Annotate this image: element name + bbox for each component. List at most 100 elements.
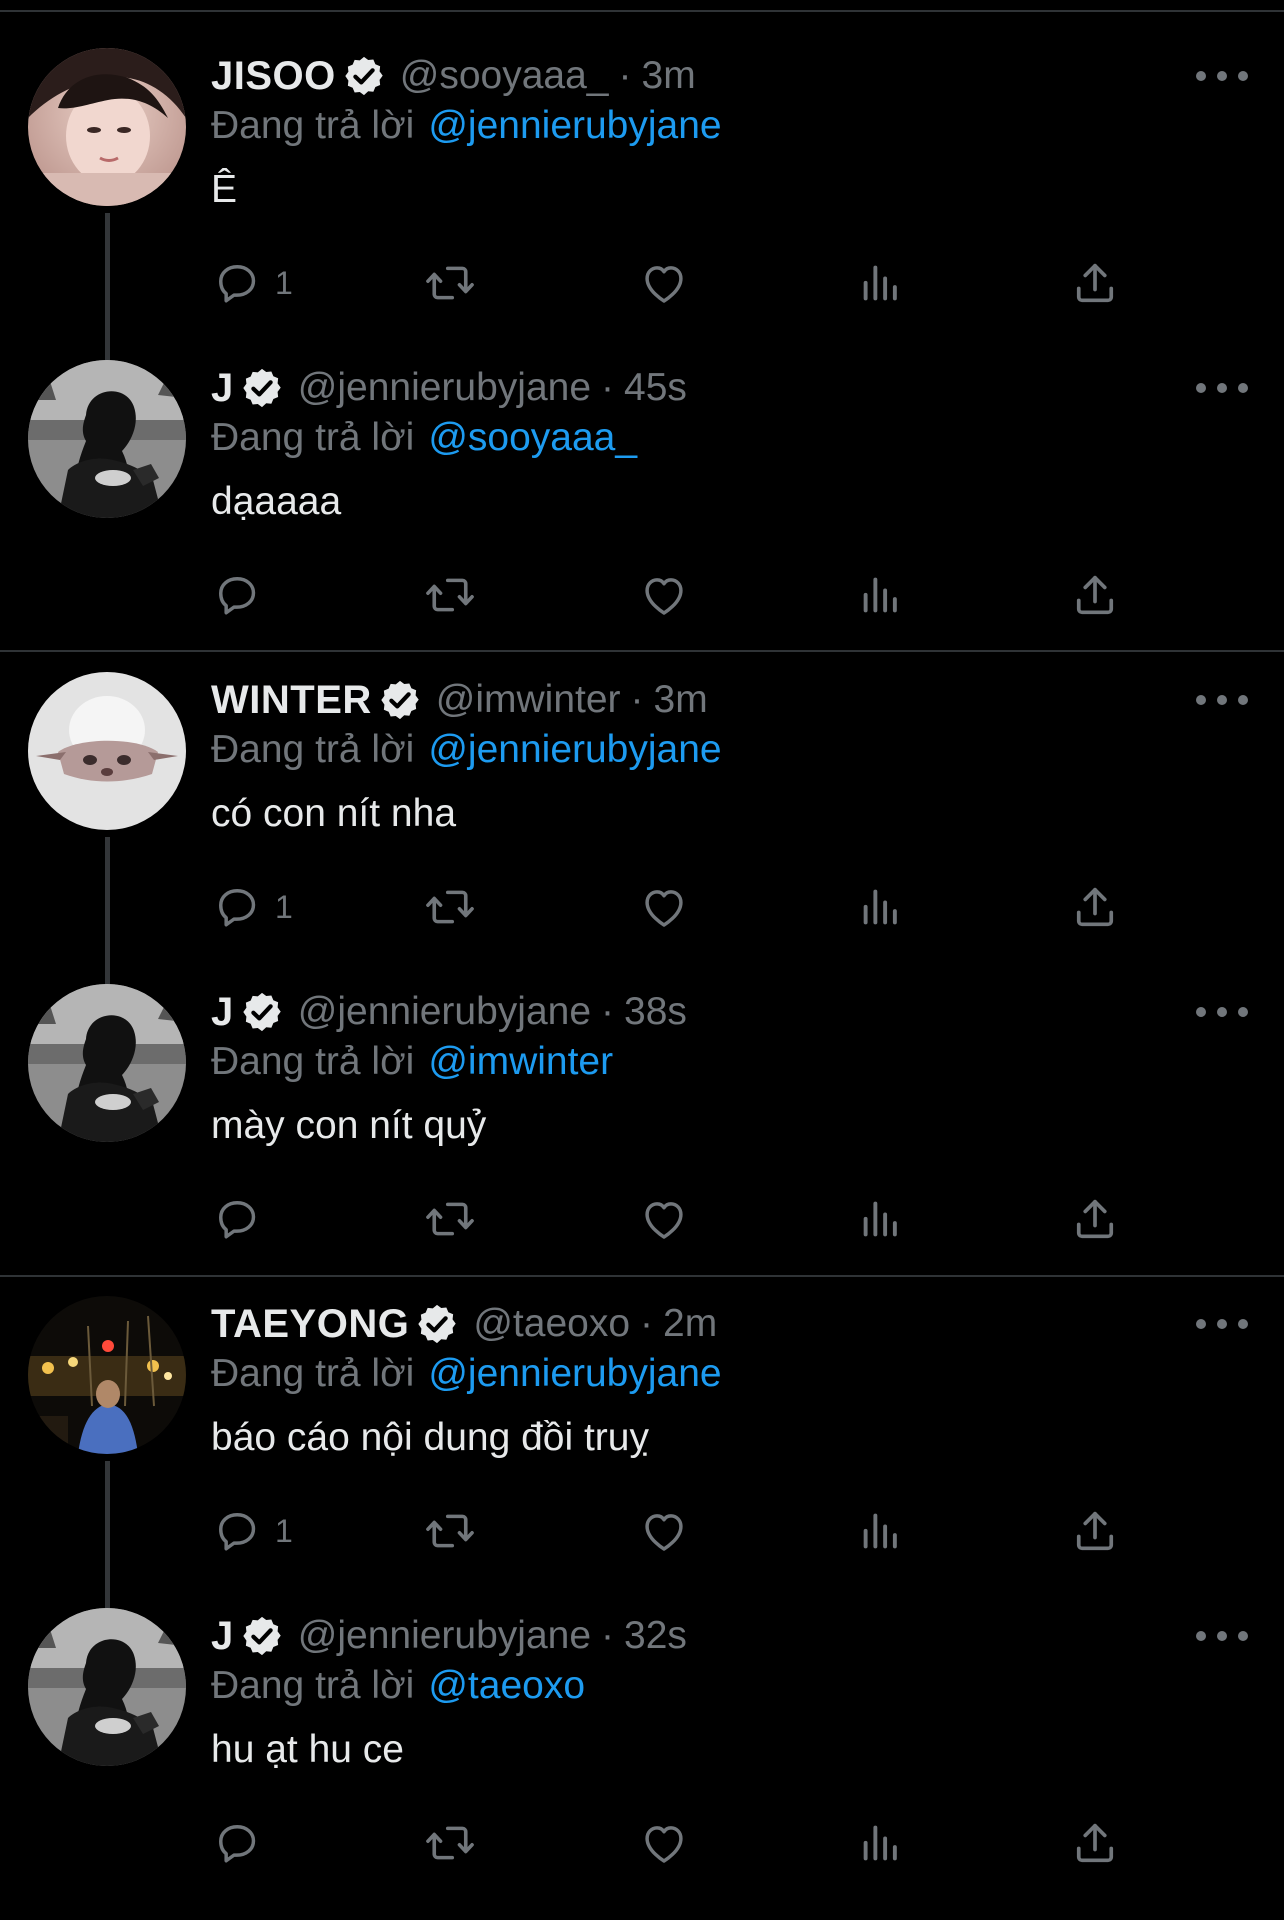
reply-button[interactable]: 1 xyxy=(211,1501,293,1561)
reply-mention-link[interactable]: @imwinter xyxy=(428,1040,613,1084)
reply-icon xyxy=(211,257,263,309)
reply-button[interactable]: 1 xyxy=(211,253,293,313)
retweet-icon xyxy=(423,1816,477,1870)
display-name[interactable]: J xyxy=(211,1614,234,1659)
views-button[interactable] xyxy=(855,877,907,937)
retweet-icon xyxy=(423,568,477,622)
avatar[interactable] xyxy=(28,48,186,206)
verified-badge-icon xyxy=(342,54,386,98)
views-button[interactable] xyxy=(855,565,907,625)
display-name[interactable]: J xyxy=(211,990,234,1035)
share-button[interactable] xyxy=(1069,565,1121,625)
retweet-button[interactable] xyxy=(423,877,477,937)
like-button[interactable] xyxy=(638,877,690,937)
replying-to-label: Đang trả lời xyxy=(211,728,415,771)
display-name[interactable]: JISOO xyxy=(211,54,336,99)
retweet-button[interactable] xyxy=(423,565,477,625)
reply-button[interactable] xyxy=(211,565,263,625)
views-button[interactable] xyxy=(855,253,907,313)
like-button[interactable] xyxy=(638,253,690,313)
heart-icon xyxy=(638,257,690,309)
timestamp[interactable]: 3m xyxy=(654,678,708,722)
reply-count: 1 xyxy=(275,888,293,925)
tweet-text: báo cáo nội dung đồi truỵ xyxy=(211,1416,649,1459)
more-dots-icon[interactable] xyxy=(1196,682,1248,718)
replying-to: Đang trả lời @jennierubyjane xyxy=(211,1346,722,1402)
tweet[interactable]: J @jennierubyjane · 32s Đang trả lời @taeoxo h… xyxy=(0,1608,1284,1920)
timestamp[interactable]: 2m xyxy=(663,1302,717,1346)
display-name[interactable]: TAEYONG xyxy=(211,1302,409,1347)
more-dots-icon[interactable] xyxy=(1196,1306,1248,1342)
retweet-icon xyxy=(423,1192,477,1246)
reply-mention-link[interactable]: @sooyaaa_ xyxy=(428,416,637,460)
replying-to-label: Đang trả lời xyxy=(211,1040,415,1083)
avatar[interactable] xyxy=(28,1296,186,1454)
tweet-text: hu ạt hu ce xyxy=(211,1728,404,1771)
reply-button[interactable] xyxy=(211,1813,263,1873)
like-button[interactable] xyxy=(638,1189,690,1249)
share-button[interactable] xyxy=(1069,1501,1121,1561)
like-button[interactable] xyxy=(638,1501,690,1561)
like-button[interactable] xyxy=(638,1813,690,1873)
retweet-button[interactable] xyxy=(423,1501,477,1561)
tweet[interactable]: WINTER @imwinter · 3m Đang trả lời @jennierub… xyxy=(0,672,1284,987)
timestamp[interactable]: 3m xyxy=(642,54,696,98)
username-handle[interactable]: @jennierubyjane xyxy=(298,1614,591,1658)
views-button[interactable] xyxy=(855,1501,907,1561)
tweet[interactable]: TAEYONG @taeoxo · 2m Đang trả lời @jennieruby… xyxy=(0,1296,1284,1611)
tweet[interactable]: J @jennierubyjane · 38s Đang trả lời @imwinte… xyxy=(0,984,1284,1296)
views-button[interactable] xyxy=(855,1813,907,1873)
retweet-button[interactable] xyxy=(423,1189,477,1249)
reply-icon xyxy=(211,1193,263,1245)
avatar[interactable] xyxy=(28,1608,186,1766)
tweet[interactable]: JISOO @sooyaaa_ · 3m Đang trả lời @jennieruby… xyxy=(0,48,1284,363)
more-dots-icon[interactable] xyxy=(1196,1618,1248,1654)
username-handle[interactable]: @sooyaaa_ xyxy=(400,54,609,98)
avatar[interactable] xyxy=(28,984,186,1142)
heart-icon xyxy=(638,1193,690,1245)
retweet-button[interactable] xyxy=(423,253,477,313)
tweet-text: có con nít nha xyxy=(211,792,457,835)
share-button[interactable] xyxy=(1069,1813,1121,1873)
verified-badge-icon xyxy=(240,990,284,1034)
replying-to: Đang trả lời @jennierubyjane xyxy=(211,722,722,778)
more-dots-icon[interactable] xyxy=(1196,370,1248,406)
views-icon xyxy=(855,257,907,309)
more-dots-icon[interactable] xyxy=(1196,994,1248,1030)
timestamp[interactable]: 45s xyxy=(624,366,687,410)
retweet-button[interactable] xyxy=(423,1813,477,1873)
share-button[interactable] xyxy=(1069,253,1121,313)
username-handle[interactable]: @jennierubyjane xyxy=(298,990,591,1034)
reply-thread: TAEYONG @taeoxo · 2m Đang trả lời @jennieruby… xyxy=(0,1296,1284,1896)
display-name[interactable]: WINTER xyxy=(211,678,372,723)
reply-button[interactable] xyxy=(211,1189,263,1249)
heart-icon xyxy=(638,881,690,933)
timestamp[interactable]: 32s xyxy=(624,1614,687,1658)
username-handle[interactable]: @jennierubyjane xyxy=(298,366,591,410)
timestamp[interactable]: 38s xyxy=(624,990,687,1034)
share-icon xyxy=(1069,1817,1121,1869)
tweet-text: mày con nít quỷ xyxy=(211,1104,487,1147)
views-button[interactable] xyxy=(855,1189,907,1249)
reply-icon xyxy=(211,881,263,933)
reply-mention-link[interactable]: @jennierubyjane xyxy=(428,728,721,772)
share-button[interactable] xyxy=(1069,1189,1121,1249)
reply-mention-link[interactable]: @jennierubyjane xyxy=(428,1352,721,1396)
replying-to: Đang trả lời @sooyaaa_ xyxy=(211,410,637,466)
like-button[interactable] xyxy=(638,565,690,625)
username-handle[interactable]: @taeoxo xyxy=(473,1302,630,1346)
share-icon xyxy=(1069,257,1121,309)
avatar[interactable] xyxy=(28,672,186,830)
separator-dot: · xyxy=(601,990,615,1033)
reply-count: 1 xyxy=(275,264,293,301)
retweet-icon xyxy=(423,1504,477,1558)
avatar[interactable] xyxy=(28,360,186,518)
share-button[interactable] xyxy=(1069,877,1121,937)
reply-mention-link[interactable]: @jennierubyjane xyxy=(428,104,721,148)
more-dots-icon[interactable] xyxy=(1196,58,1248,94)
display-name[interactable]: J xyxy=(211,366,234,411)
reply-button[interactable]: 1 xyxy=(211,877,293,937)
reply-mention-link[interactable]: @taeoxo xyxy=(428,1664,585,1708)
username-handle[interactable]: @imwinter xyxy=(436,678,621,722)
tweet[interactable]: J @jennierubyjane · 45s Đang trả lời @sooyaaa… xyxy=(0,360,1284,672)
